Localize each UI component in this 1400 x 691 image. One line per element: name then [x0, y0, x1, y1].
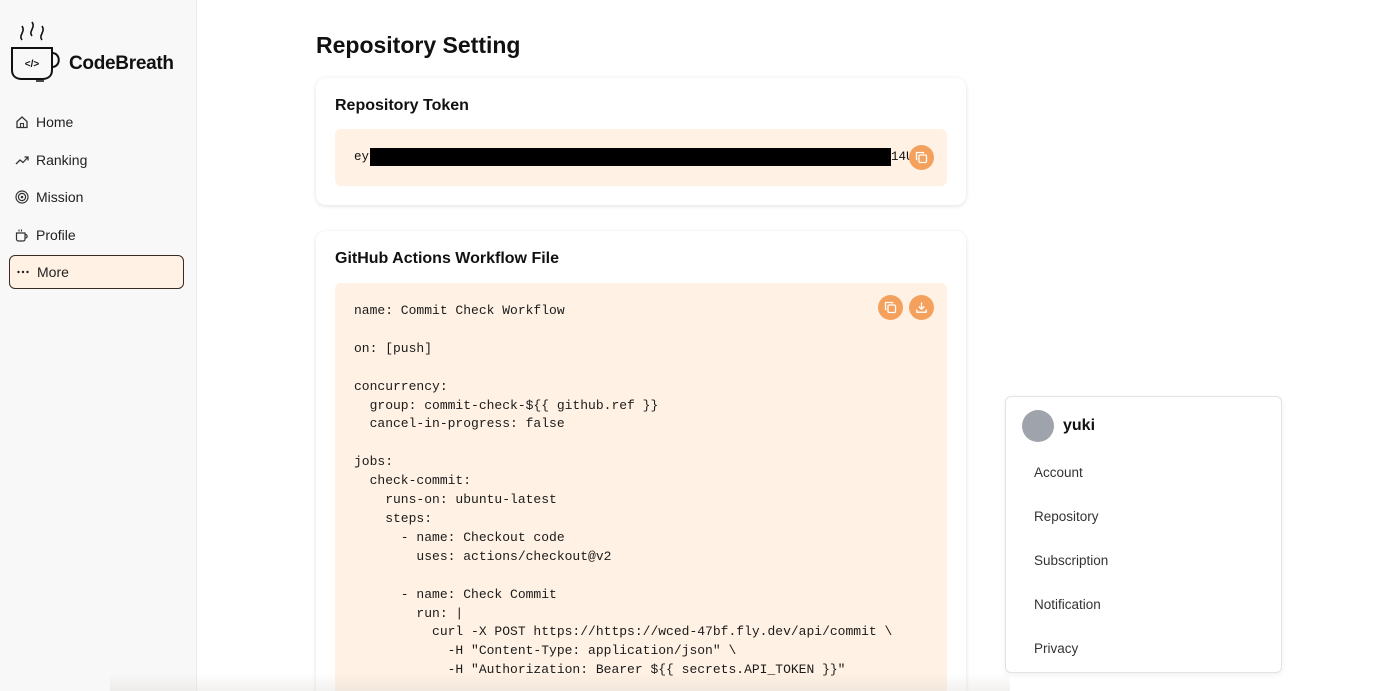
workflow-code: name: Commit Check Workflow on: [push] c… — [354, 303, 893, 678]
coffee-cup-logo-icon: </> — [11, 21, 60, 82]
menu-item-repository[interactable]: Repository — [1006, 495, 1281, 539]
sidebar-item-label: Profile — [36, 226, 76, 243]
menu-item-account[interactable]: Account — [1006, 451, 1281, 495]
sidebar-item-label: Ranking — [36, 151, 88, 168]
home-icon — [15, 115, 29, 129]
svg-text:</>: </> — [25, 59, 40, 70]
copy-icon — [915, 151, 928, 164]
token-text-start: ey — [354, 150, 370, 164]
target-icon — [15, 190, 29, 204]
copy-token-button[interactable] — [909, 145, 934, 170]
menu-item-privacy[interactable]: Privacy — [1006, 626, 1281, 670]
download-icon — [916, 302, 927, 313]
card-title: GitHub Actions Workflow File — [335, 250, 559, 267]
app-name: CodeBreath — [69, 53, 174, 74]
menu-item-notification[interactable]: Notification — [1006, 582, 1281, 626]
workflow-code-block[interactable]: name: Commit Check Workflow on: [push] c… — [335, 283, 947, 691]
sidebar-nav: Home Ranking Mission Profile More — [9, 105, 184, 293]
sidebar-item-profile[interactable]: Profile — [9, 218, 184, 252]
repository-token-card: Repository Token ey 14U — [316, 78, 966, 205]
sidebar-item-label: Home — [36, 114, 74, 130]
trending-up-icon — [15, 153, 29, 167]
user-menu-dropdown: yuki Account Repository Subscription Not… — [1005, 396, 1282, 673]
user-menu-list: Account Repository Subscription Notifica… — [1006, 451, 1281, 670]
page-title: Repository Setting — [316, 32, 521, 58]
copy-workflow-button[interactable] — [878, 295, 903, 320]
card-title: Repository Token — [335, 97, 469, 114]
token-display[interactable]: ey 14U — [335, 129, 947, 186]
sidebar: </> CodeBreath Home Ranking Mission Prof… — [0, 0, 197, 691]
more-horizontal-icon — [16, 265, 30, 279]
menu-item-subscription[interactable]: Subscription — [1006, 539, 1281, 583]
coffee-cup-icon — [15, 228, 29, 242]
sidebar-item-home[interactable]: Home — [9, 105, 184, 139]
sidebar-item-ranking[interactable]: Ranking — [9, 143, 184, 177]
username: yuki — [1063, 417, 1096, 434]
workflow-file-card: GitHub Actions Workflow File name: Commi… — [316, 231, 966, 691]
user-header: yuki — [1022, 410, 1095, 442]
sidebar-item-mission[interactable]: Mission — [9, 180, 184, 214]
sidebar-item-more[interactable]: More — [9, 255, 184, 289]
token-redaction-mask — [370, 148, 891, 166]
copy-icon — [884, 301, 897, 314]
sidebar-item-label: Mission — [36, 189, 84, 205]
sidebar-item-label: More — [37, 264, 69, 280]
app-logo[interactable]: </> CodeBreath — [8, 20, 174, 82]
avatar — [1022, 410, 1054, 442]
download-workflow-button[interactable] — [909, 295, 934, 320]
